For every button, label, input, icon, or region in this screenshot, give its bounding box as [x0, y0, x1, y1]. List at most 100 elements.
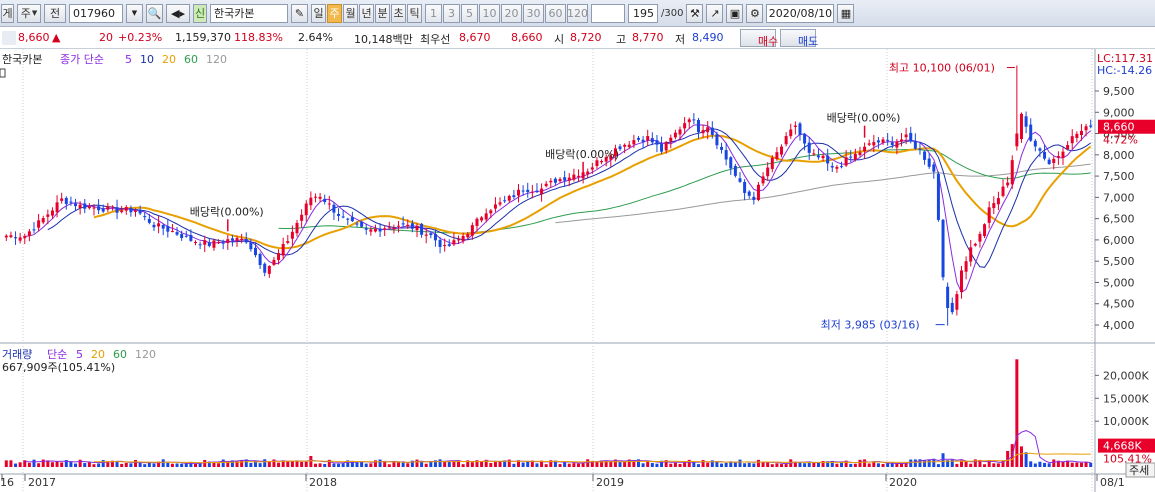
volume-bar [143, 464, 147, 467]
volume-bar [992, 463, 996, 467]
candle-body [710, 127, 714, 135]
candle-body [9, 235, 13, 238]
candle-body [553, 178, 557, 183]
candle-body [724, 150, 728, 160]
candle-body [600, 161, 604, 163]
settings-button[interactable]: ⚙ [746, 3, 764, 23]
volume-bar [969, 463, 973, 467]
multiplier-button-30[interactable]: 30 [523, 3, 544, 23]
candle-body [1043, 151, 1047, 159]
volume-bar [32, 459, 36, 467]
volume-bar [489, 463, 493, 467]
volume-legend-title: 거래량 [2, 348, 32, 361]
volume-bar [1024, 452, 1028, 467]
interval-tab-4[interactable]: 분 [375, 3, 390, 23]
volume-bar [816, 462, 820, 467]
save-button[interactable]: ▣ [726, 3, 744, 23]
kind-dropdown[interactable]: 주 ▼ [17, 3, 41, 23]
multiplier-button-20[interactable]: 20 [501, 3, 522, 23]
buy-button[interactable]: 매수 [740, 29, 778, 48]
candle-body [420, 223, 424, 235]
date-input[interactable]: 2020/08/10 [766, 3, 835, 23]
volume-bar [692, 462, 696, 467]
chart-tool-button[interactable]: ↗ [706, 3, 724, 23]
stock-chart[interactable]: 한국카본 종가 단순 5 10 20 60 120 4,000 4,500 5,000 5,500 6… [0, 49, 1155, 492]
candle-body [364, 228, 368, 230]
volume-bar [267, 461, 271, 467]
volume-bar [775, 463, 779, 467]
volume-bar [572, 463, 576, 467]
sell-button[interactable]: 매도 [780, 29, 818, 48]
multiplier-button-60[interactable]: 60 [545, 3, 566, 23]
volume-bar [1019, 446, 1023, 467]
search-button[interactable]: 🔍 [146, 3, 163, 23]
low-label: 저 [675, 33, 686, 46]
candle-body [669, 137, 673, 142]
interval-tab-2[interactable]: 월 [343, 3, 358, 23]
interval-tab-3[interactable]: 년 [359, 3, 374, 23]
ma-legend-120: 120 [206, 53, 227, 66]
candle-body [244, 239, 248, 243]
candle-body [415, 226, 419, 231]
candle-body [323, 198, 327, 202]
candle-body [466, 233, 470, 238]
stock-name-field[interactable]: 한국카본 [210, 3, 288, 23]
pencil-button[interactable]: ✎ [291, 3, 308, 23]
candle-body [489, 210, 493, 214]
volume-bar [120, 463, 124, 467]
candle-body [950, 302, 954, 313]
candle-body [290, 231, 294, 239]
candle-body [221, 242, 225, 244]
new-badge-label: 신 [194, 6, 206, 20]
candle-body [923, 151, 927, 160]
volume-bar [83, 463, 87, 467]
stock-code-input[interactable]: 017960 [69, 3, 123, 23]
volume-bar [724, 462, 728, 467]
chart-background [0, 49, 1155, 492]
volume-bar [147, 462, 151, 467]
volume-bar [115, 461, 119, 467]
candle-body [821, 155, 825, 159]
candle-body [780, 146, 784, 155]
dividend-annotation: 배당락(0.00%) [827, 112, 901, 125]
candle-body [540, 188, 544, 195]
candle-body [180, 234, 184, 239]
interval-tab-6[interactable]: 틱 [407, 3, 422, 23]
interval-tab-5[interactable]: 초 [391, 3, 406, 23]
volume-bar [798, 462, 802, 467]
candle-body [927, 158, 931, 167]
candle-body [738, 178, 742, 182]
multiplier-button-3[interactable]: 3 [443, 3, 460, 23]
multiplier-button-120[interactable]: 120 [567, 3, 588, 23]
count-input[interactable]: 195 [628, 3, 658, 23]
candle-body [595, 160, 599, 167]
volume-bar [493, 461, 497, 467]
calendar-button[interactable]: ▦ [837, 3, 855, 23]
candle-body [992, 203, 996, 209]
market-dropdown[interactable]: 전 [44, 3, 66, 23]
volume-bar [1070, 462, 1074, 467]
multiplier-button-1[interactable]: 1 [425, 3, 442, 23]
multiplier-input[interactable] [591, 3, 625, 23]
multiplier-button-10[interactable]: 10 [479, 3, 500, 23]
volume-tab-label: 주세 [1129, 464, 1149, 477]
multiplier-button-5[interactable]: 5 [461, 3, 478, 23]
candle-body [14, 237, 18, 239]
volume-bar [318, 463, 322, 467]
interval-tab-1[interactable]: 주 [327, 3, 342, 23]
volume-legend-label: 단순 [47, 348, 67, 361]
volume-bar [858, 459, 862, 467]
code-dropdown-button[interactable]: ▼ [126, 3, 143, 23]
tool-button[interactable]: ⚒ [686, 3, 704, 23]
volume-bar [300, 461, 304, 467]
candle-body [60, 198, 64, 201]
speaker-button[interactable]: ◀▸ [166, 3, 190, 23]
candle-body [240, 238, 244, 240]
candle-body [235, 238, 239, 241]
candle-body [355, 223, 359, 225]
candle-body [664, 141, 668, 151]
candle-body [867, 143, 871, 145]
period-prefix-dropdown[interactable]: 게 [1, 3, 14, 23]
interval-tab-0[interactable]: 일 [311, 3, 326, 23]
ma-legend-5: 5 [125, 53, 132, 66]
